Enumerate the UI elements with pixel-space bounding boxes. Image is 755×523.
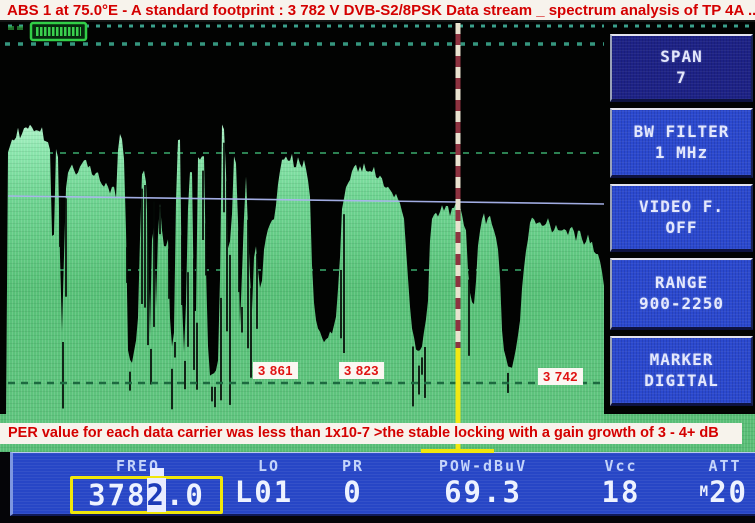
att-value-number: 20 — [709, 475, 748, 509]
freq-label: FREQ — [60, 457, 216, 475]
range-button-label: RANGE — [655, 273, 708, 294]
pr-value: 0 — [333, 475, 373, 509]
freq-input[interactable]: 3782.0 — [70, 476, 223, 514]
lo-label: LO — [239, 457, 299, 475]
lo-value: L01 — [225, 475, 303, 509]
video-filter-button-value: OFF — [666, 218, 698, 239]
span-button-label: SPAN — [660, 47, 703, 68]
freq-value-cursor: 2 — [147, 478, 166, 512]
att-label: ATT — [700, 457, 750, 475]
video-filter-button[interactable]: VIDEO F. OFF — [610, 184, 753, 252]
vcc-label: Vcc — [595, 457, 647, 475]
pow-label: POW-dBuV — [423, 457, 543, 475]
vcc-value: 18 — [595, 475, 647, 509]
video-filter-button-label: VIDEO F. — [639, 197, 724, 218]
marker-digital-button-label: MARKER — [650, 350, 714, 371]
pr-label: PR — [333, 457, 373, 475]
range-button[interactable]: RANGE 900-2250 — [610, 258, 753, 330]
span-button[interactable]: SPAN 7 — [610, 34, 753, 102]
status-bar-panel: FREQ 3782.0 LO L01 PR 0 POW-dBuV 69.3 Vc… — [10, 452, 755, 516]
carrier-label-3861: 3 861 — [253, 362, 298, 379]
pow-value: 69.3 — [423, 475, 543, 509]
bw-filter-button-label: BW FILTER — [634, 122, 730, 143]
att-mode-prefix: M — [700, 484, 709, 500]
freq-value-pre: 378 — [88, 478, 146, 512]
marker-digital-button-value: DIGITAL — [644, 371, 718, 392]
freq-value-post: .0 — [166, 478, 205, 512]
status-bar: FREQ 3782.0 LO L01 PR 0 POW-dBuV 69.3 Vc… — [0, 452, 755, 523]
span-button-value: 7 — [676, 68, 687, 89]
carrier-label-3823: 3 823 — [339, 362, 384, 379]
caption-banner: PER value for each data carrier was less… — [0, 423, 742, 444]
att-value: M20 — [663, 475, 748, 509]
marker-digital-button[interactable]: MARKER DIGITAL — [610, 336, 753, 406]
bw-filter-button[interactable]: BW FILTER 1 MHz — [610, 108, 753, 178]
range-button-value: 900-2250 — [639, 294, 724, 315]
carrier-label-3742: 3 742 — [538, 368, 583, 385]
marker-tick — [421, 449, 494, 453]
spectrum-analyzer-screen: ABS 1 at 75.0°E - A standard footprint :… — [0, 0, 755, 523]
bw-filter-button-value: 1 MHz — [655, 143, 708, 164]
